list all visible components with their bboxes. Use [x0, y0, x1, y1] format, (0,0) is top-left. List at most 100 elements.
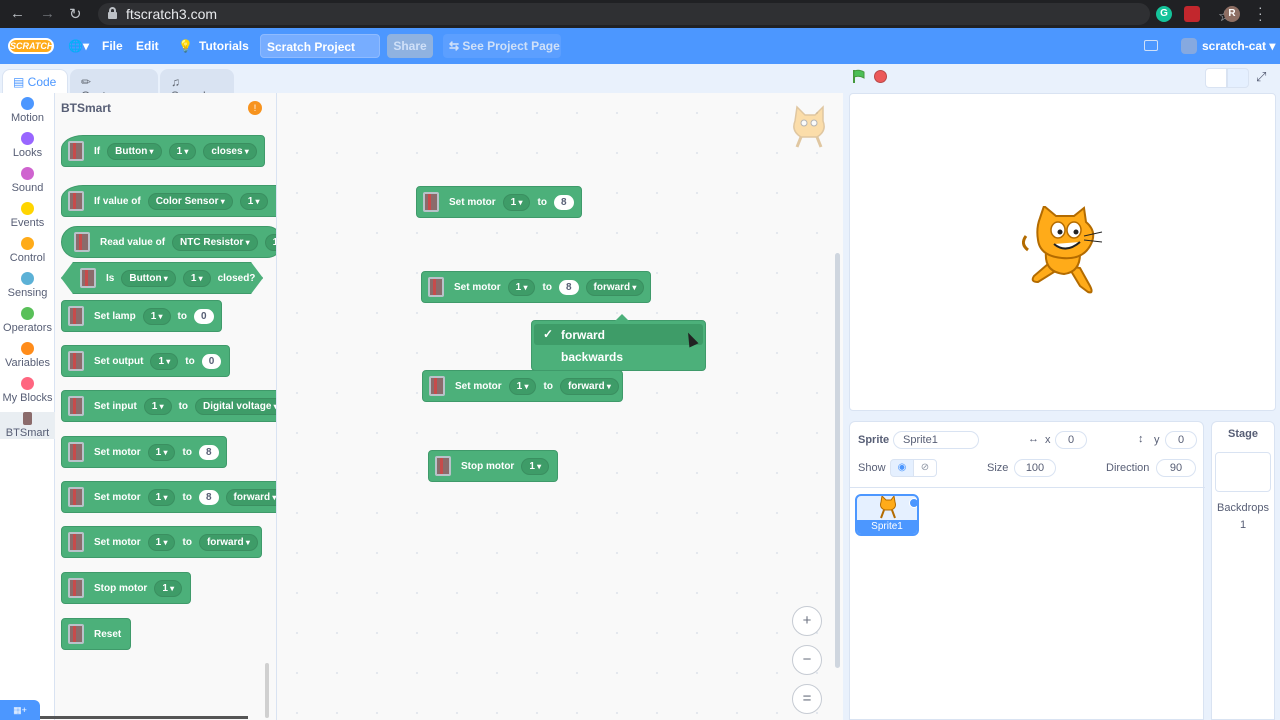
- block-dropdown[interactable]: 1: [182, 269, 211, 287]
- block-dropdown[interactable]: 1: [507, 278, 536, 296]
- small-stage-icon[interactable]: [1205, 68, 1227, 88]
- x-input[interactable]: 0: [1055, 431, 1087, 449]
- tab-sounds[interactable]: ♫ Sounds: [160, 69, 234, 103]
- palette-block-if-value[interactable]: If value of Color Sensor 1: [61, 185, 276, 217]
- extension-icon[interactable]: [1184, 6, 1200, 22]
- delete-sprite-icon[interactable]: [909, 498, 917, 508]
- block-dropdown[interactable]: 1: [147, 443, 176, 461]
- category-sound[interactable]: Sound: [0, 167, 55, 194]
- reload-icon[interactable]: ↻: [69, 5, 82, 23]
- block-dropdown[interactable]: Button: [121, 269, 176, 287]
- profile-avatar[interactable]: R: [1224, 6, 1240, 22]
- address-bar[interactable]: ftscratch3.com ☆: [98, 3, 1231, 25]
- green-flag-icon[interactable]: [852, 69, 866, 84]
- size-input[interactable]: 100: [1014, 459, 1056, 477]
- back-arrow-icon[interactable]: ←: [10, 5, 25, 22]
- palette-block-set-input[interactable]: Set input 1 to Digital voltage: [61, 390, 276, 422]
- horizontal-scrollbar[interactable]: [40, 716, 248, 719]
- category-sensing[interactable]: Sensing: [0, 272, 55, 299]
- palette-block-set-output[interactable]: Set output 1 to 0: [61, 345, 230, 377]
- block-number-input[interactable]: 8: [553, 194, 574, 210]
- workspace-block-set-motor[interactable]: Set motor 1 to 8: [416, 186, 582, 218]
- direction-dropdown[interactable]: forward: [585, 278, 645, 296]
- palette-block-is-button[interactable]: Is Button 1 closed?: [61, 262, 263, 294]
- sprite-thumbnail[interactable]: Sprite1: [855, 494, 919, 536]
- category-control[interactable]: Control: [0, 237, 55, 264]
- hide-eye-icon[interactable]: ⊘: [913, 459, 937, 477]
- see-project-page-button[interactable]: ⇆ See Project Page: [443, 34, 561, 58]
- grammarly-extension-icon[interactable]: G: [1156, 6, 1172, 22]
- block-dropdown[interactable]: forward: [198, 533, 258, 551]
- category-looks[interactable]: Looks: [0, 132, 55, 159]
- block-dropdown[interactable]: forward: [225, 488, 276, 506]
- block-dropdown[interactable]: closes: [203, 142, 257, 160]
- extension-add-icon[interactable]: ▦+: [0, 700, 40, 720]
- project-title-input[interactable]: Scratch Project: [260, 34, 380, 58]
- palette-block-set-motor-direction[interactable]: Set motor 1 to 8 forward: [61, 481, 276, 513]
- fullscreen-icon[interactable]: ⤢: [1256, 69, 1266, 85]
- direction-input[interactable]: 90: [1156, 459, 1196, 477]
- large-stage-icon[interactable]: [1227, 68, 1249, 88]
- show-visible-eye-icon[interactable]: ◉: [890, 459, 914, 477]
- zoom-reset-icon[interactable]: =: [792, 684, 822, 714]
- block-dropdown[interactable]: 1: [521, 457, 550, 475]
- category-events[interactable]: Events: [0, 202, 55, 229]
- palette-block-read-value[interactable]: Read value of NTC Resistor 1: [61, 226, 276, 258]
- stop-icon[interactable]: [874, 70, 887, 83]
- block-dropdown[interactable]: 1: [147, 488, 176, 506]
- palette-block-reset[interactable]: Reset: [61, 618, 131, 650]
- block-dropdown[interactable]: Button: [107, 142, 162, 160]
- block-dropdown[interactable]: 1: [168, 142, 197, 160]
- palette-scrollbar[interactable]: [265, 663, 269, 718]
- sprite-name-input[interactable]: Sprite1: [893, 431, 979, 449]
- scratch-cat-sprite[interactable]: [1018, 206, 1108, 300]
- block-dropdown[interactable]: 1: [239, 192, 268, 210]
- block-dropdown[interactable]: 1: [154, 579, 183, 597]
- block-number-input[interactable]: 8: [198, 489, 219, 505]
- workspace-block-set-motor-direction[interactable]: Set motor 1 to 8 forward: [421, 271, 651, 303]
- category-operators[interactable]: Operators: [0, 307, 55, 334]
- palette-block-set-lamp[interactable]: Set lamp 1 to 0: [61, 300, 222, 332]
- block-number-input[interactable]: 0: [193, 308, 214, 324]
- block-dropdown[interactable]: 1: [264, 233, 276, 251]
- block-dropdown[interactable]: 1: [150, 352, 179, 370]
- user-avatar[interactable]: [1181, 38, 1197, 54]
- browser-menu-icon[interactable]: · · ·: [1258, 0, 1263, 26]
- palette-block-if-button[interactable]: If Button 1 closes: [61, 135, 265, 167]
- block-dropdown[interactable]: forward: [559, 377, 619, 395]
- stage-selector[interactable]: Stage Backdrops 1: [1211, 421, 1275, 720]
- dropdown-option-forward[interactable]: ✓ forward: [534, 324, 703, 345]
- block-dropdown[interactable]: Color Sensor: [147, 192, 233, 210]
- scratch-logo[interactable]: SCRATCH: [8, 38, 54, 54]
- block-dropdown[interactable]: NTC Resistor: [172, 233, 258, 251]
- username[interactable]: scratch-cat ▾: [1202, 39, 1275, 53]
- workspace-block-stop-motor[interactable]: Stop motor 1: [428, 450, 558, 482]
- workspace-scrollbar[interactable]: [835, 253, 840, 668]
- category-variables[interactable]: Variables: [0, 342, 55, 369]
- tutorials-button[interactable]: Tutorials: [199, 39, 249, 53]
- stage-thumbnail[interactable]: [1215, 452, 1271, 492]
- block-number-input[interactable]: 0: [201, 353, 222, 369]
- block-number-input[interactable]: 8: [198, 444, 219, 460]
- block-number-input[interactable]: 8: [558, 279, 579, 295]
- zoom-in-icon[interactable]: +: [792, 606, 822, 636]
- workspace-block-set-motor-only-direction[interactable]: Set motor 1 to forward: [422, 370, 623, 402]
- block-dropdown[interactable]: 1: [147, 533, 176, 551]
- block-dropdown[interactable]: 1: [508, 377, 537, 395]
- category-btsmart[interactable]: BTSmart: [0, 412, 55, 439]
- block-dropdown[interactable]: 1: [502, 193, 531, 211]
- share-button[interactable]: Share: [387, 34, 433, 58]
- category-motion[interactable]: Motion: [0, 97, 55, 124]
- zoom-out-icon[interactable]: −: [792, 645, 822, 675]
- tab-costumes[interactable]: ✏ Costumes: [70, 69, 158, 103]
- my-stuff-folder-icon[interactable]: [1144, 40, 1158, 51]
- stage-canvas[interactable]: [849, 93, 1276, 411]
- forward-arrow-icon[interactable]: →: [40, 5, 55, 22]
- palette-block-stop-motor[interactable]: Stop motor 1: [61, 572, 191, 604]
- block-dropdown[interactable]: 1: [143, 397, 172, 415]
- y-input[interactable]: 0: [1165, 431, 1197, 449]
- block-dropdown[interactable]: Digital voltage: [195, 397, 276, 415]
- extension-status-icon[interactable]: !: [248, 101, 262, 115]
- dropdown-option-backwards[interactable]: backwards: [534, 346, 703, 367]
- script-workspace[interactable]: Set motor 1 to 8 Set motor 1 to 8 forwar…: [277, 93, 843, 720]
